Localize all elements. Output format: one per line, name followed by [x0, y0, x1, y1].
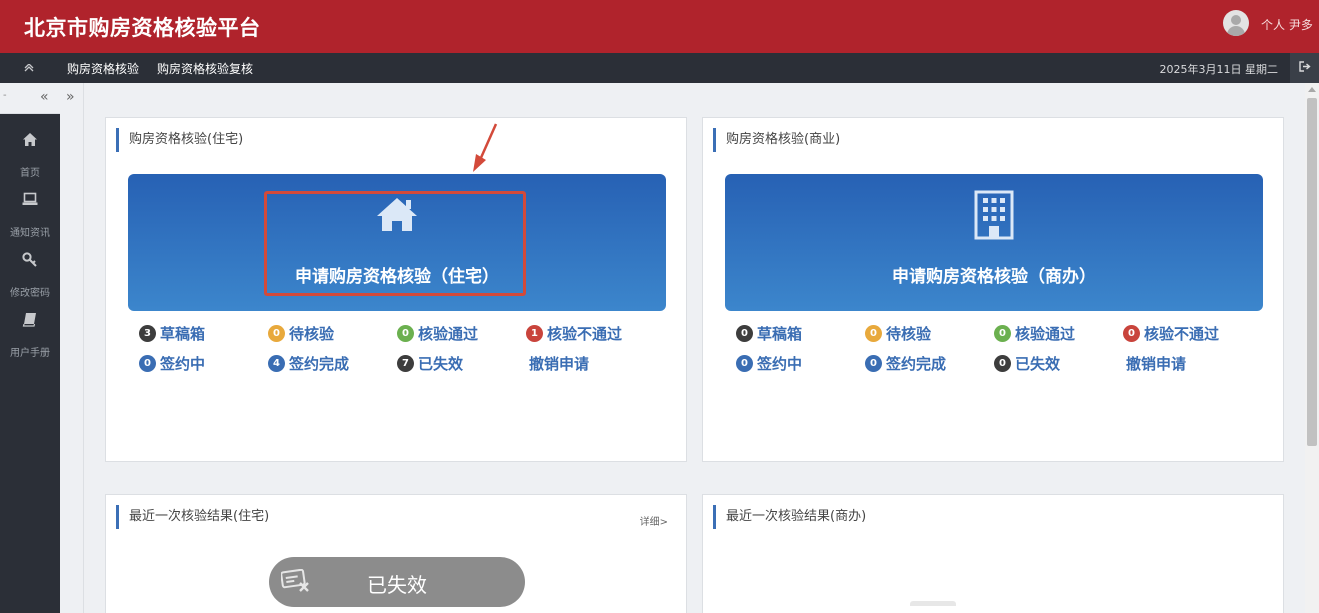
apply-residential-button[interactable]: 申请购房资格核验（住宅）: [128, 174, 666, 311]
top-navbar: 购房资格核验 购房资格核验复核 2025年3月11日 星期二: [0, 53, 1319, 83]
status-label: 已失效: [1015, 355, 1061, 373]
laptop-icon: [22, 192, 38, 205]
status-approved[interactable]: 0 核验通过: [397, 323, 478, 343]
status-approved[interactable]: 0 核验通过: [994, 323, 1075, 343]
book-icon: [22, 313, 36, 327]
status-label: 草稿箱: [757, 325, 803, 343]
status-label: 核验不通过: [1144, 325, 1220, 343]
residential-qualification-panel: 购房资格核验(住宅) 申请购房资格核验（住宅） 3 草稿箱 0 待核验 0 核验通过 …: [105, 117, 687, 462]
logout-icon[interactable]: [1290, 53, 1319, 83]
panel-title: 最近一次核验结果(商办): [713, 505, 866, 529]
status-signed[interactable]: 0 签约完成: [865, 353, 946, 373]
status-count-badge: 1: [526, 325, 543, 342]
panel-title: 最近一次核验结果(住宅): [116, 505, 269, 529]
user-avatar[interactable]: [1223, 10, 1249, 36]
status-signing[interactable]: 0 签约中: [736, 353, 802, 373]
status-drafts[interactable]: 3 草稿箱: [139, 323, 205, 343]
status-expired[interactable]: 7 已失效: [397, 353, 463, 373]
latest-commercial-result-panel: 最近一次核验结果(商办): [702, 494, 1284, 613]
app-header: 北京市购房资格核验平台 个人 尹多: [0, 0, 1319, 53]
key-icon: [22, 252, 37, 267]
chevron-up-icon[interactable]: [20, 59, 38, 77]
annotation-arrow: [473, 123, 498, 172]
panel-title: 购房资格核验(商业): [713, 128, 840, 152]
main-divider: [83, 83, 84, 613]
status-label: 待核验: [886, 325, 932, 343]
current-date: 2025年3月11日 星期二: [1159, 63, 1279, 76]
status-signed[interactable]: 4 签约完成: [268, 353, 349, 373]
status-label: 核验通过: [1015, 325, 1076, 343]
status-label: 已失效: [418, 355, 464, 373]
status-label: 核验不通过: [547, 325, 623, 343]
cancel-application-link[interactable]: 撤销申请: [1126, 353, 1186, 374]
result-placeholder: [910, 601, 956, 606]
status-count-badge: 0: [994, 325, 1011, 342]
sidebar-item-manual[interactable]: 用户手册: [0, 300, 60, 360]
latest-residential-result-panel: 最近一次核验结果(住宅) 详细> 已失效: [105, 494, 687, 613]
detail-link[interactable]: 详细>: [640, 513, 668, 528]
status-count-badge: 3: [139, 325, 156, 342]
nav-item-review[interactable]: 购房资格核验复核: [157, 60, 253, 77]
sidebar-item-label: 通知资讯: [10, 228, 50, 239]
commercial-qualification-panel: 购房资格核验(商业) 申请购房资格核验（商办） 0 草稿箱 0 待核验 0 核验通过 …: [702, 117, 1284, 462]
sidebar-item-label: 用户手册: [10, 348, 50, 359]
app-title: 北京市购房资格核验平台: [24, 16, 261, 40]
nav-item-qualification[interactable]: 购房资格核验: [67, 60, 139, 77]
apply-commercial-label: 申请购房资格核验（商办）: [892, 267, 1096, 287]
apply-commercial-button[interactable]: 申请购房资格核验（商办）: [725, 174, 1263, 311]
status-count-badge: 0: [865, 325, 882, 342]
sidebar: 首页 通知资讯 修改密码 用户手册: [0, 114, 60, 613]
result-status-text: 已失效: [367, 573, 427, 597]
sidebar-item-notices[interactable]: 通知资讯: [0, 180, 60, 240]
collapse-sidebar-icon[interactable]: «: [40, 89, 49, 105]
user-label[interactable]: 个人 尹多: [1261, 16, 1313, 33]
status-count-badge: 0: [1123, 325, 1140, 342]
sidebar-toggle-bar: - «: [0, 83, 60, 114]
office-building-icon: [974, 190, 1014, 240]
cancel-application-link[interactable]: 撤销申请: [529, 353, 589, 374]
status-pending[interactable]: 0 待核验: [268, 323, 334, 343]
home-icon: [23, 133, 37, 146]
highlight-annotation: [264, 191, 526, 296]
panel-title: 购房资格核验(住宅): [116, 128, 243, 152]
status-expired[interactable]: 0 已失效: [994, 353, 1060, 373]
status-count-badge: 0: [268, 325, 285, 342]
scrollbar-thumb[interactable]: [1307, 98, 1317, 446]
scroll-up-arrow[interactable]: [1308, 87, 1316, 92]
status-label: 核验通过: [418, 325, 479, 343]
status-count-badge: 0: [865, 355, 882, 372]
sidebar-item-label: 首页: [20, 168, 40, 179]
sidebar-item-password[interactable]: 修改密码: [0, 240, 60, 300]
status-label: 草稿箱: [160, 325, 206, 343]
status-label: 待核验: [289, 325, 335, 343]
status-pending[interactable]: 0 待核验: [865, 323, 931, 343]
sidebar-item-home[interactable]: 首页: [0, 120, 60, 180]
status-count-badge: 0: [139, 355, 156, 372]
expand-panel-icon[interactable]: »: [66, 89, 75, 105]
status-count-badge: 4: [268, 355, 285, 372]
status-label: 签约完成: [289, 355, 350, 373]
status-drafts[interactable]: 0 草稿箱: [736, 323, 802, 343]
status-label: 签约中: [160, 355, 206, 373]
status-label: 签约完成: [886, 355, 947, 373]
status-rejected[interactable]: 1 核验不通过: [526, 323, 622, 343]
status-count-badge: 0: [736, 325, 753, 342]
status-label: 签约中: [757, 355, 803, 373]
sidebar-item-label: 修改密码: [10, 288, 50, 299]
result-status-pill: 已失效: [269, 557, 525, 607]
status-count-badge: 7: [397, 355, 414, 372]
status-count-badge: 0: [397, 325, 414, 342]
sidebar-dot: -: [3, 90, 7, 101]
status-count-badge: 0: [736, 355, 753, 372]
status-signing[interactable]: 0 签约中: [139, 353, 205, 373]
status-rejected[interactable]: 0 核验不通过: [1123, 323, 1219, 343]
status-count-badge: 0: [994, 355, 1011, 372]
